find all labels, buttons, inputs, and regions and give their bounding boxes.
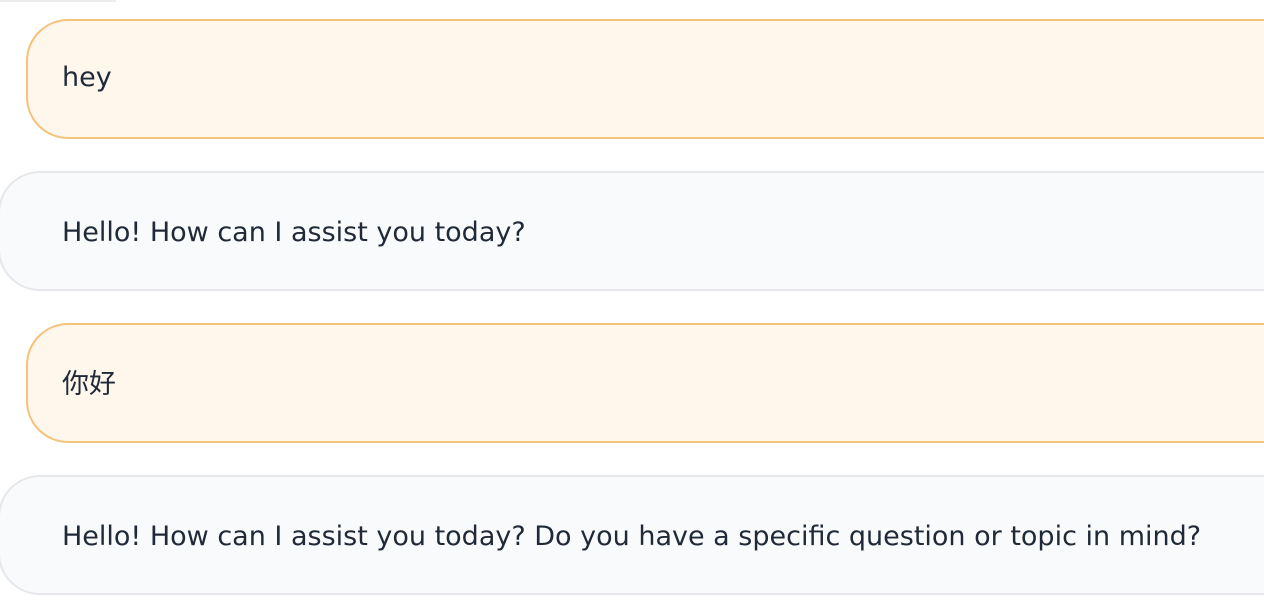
chat-transcript: hey Hello! How can I assist you today? 你… <box>0 0 1264 604</box>
user-message: hey <box>26 19 1264 139</box>
top-edge-tab <box>0 0 116 2</box>
message-text: Hello! How can I assist you today? Do yo… <box>62 520 1202 552</box>
user-message: 你好 <box>26 323 1264 443</box>
message-text: 你好 <box>62 369 116 400</box>
assistant-message: Hello! How can I assist you today? <box>0 171 1264 291</box>
assistant-message: Hello! How can I assist you today? Do yo… <box>0 475 1264 595</box>
message-text: Hello! How can I assist you today? <box>62 216 526 248</box>
message-text: hey <box>62 62 112 93</box>
